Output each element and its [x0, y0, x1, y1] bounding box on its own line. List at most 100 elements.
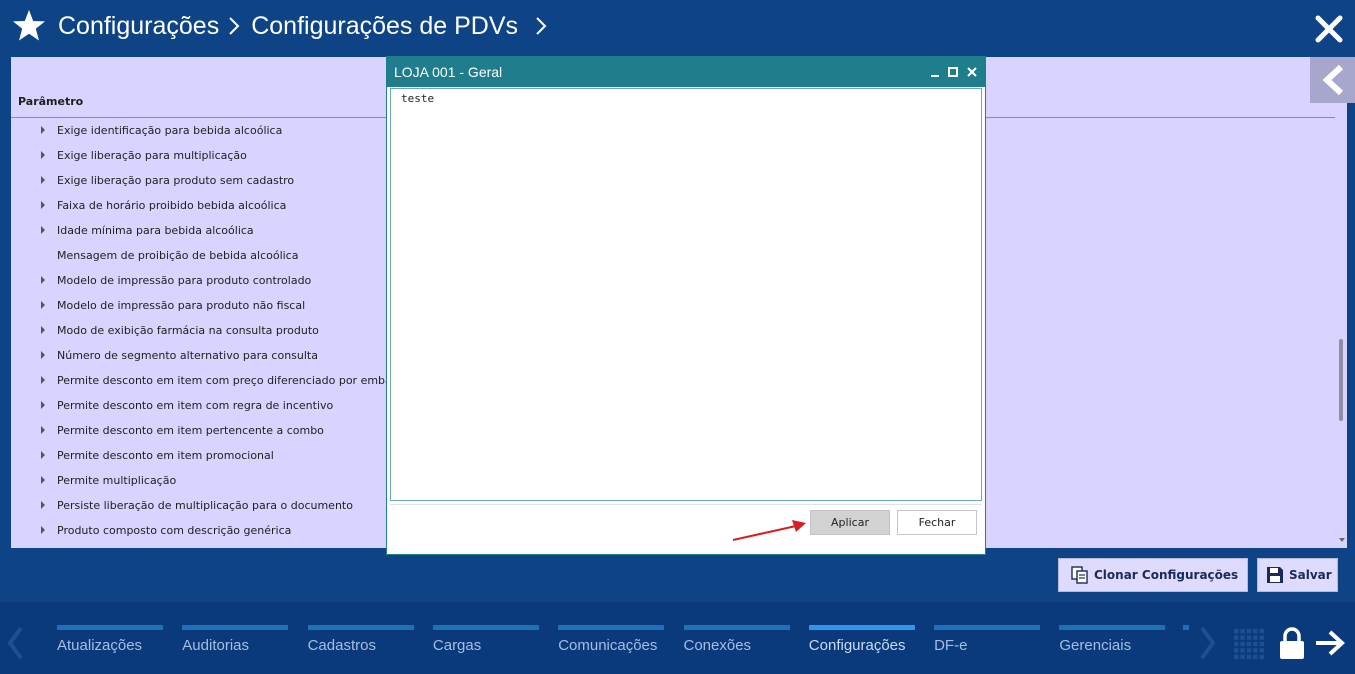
nav-item[interactable]: Auditorias [182, 625, 289, 665]
parameter-row[interactable]: Produto composto com descrição genérica [11, 518, 391, 543]
nav-item-indicator [1183, 625, 1189, 630]
parameter-row[interactable]: Exige liberação para multiplicação [11, 143, 391, 168]
nav-item-indicator [57, 625, 163, 630]
expand-arrow-icon[interactable] [41, 126, 45, 134]
parameter-label: Modelo de impressão para produto control… [57, 274, 312, 287]
expand-arrow-icon[interactable] [41, 526, 45, 534]
parameter-label: Persiste liberação de multiplicação para… [57, 499, 353, 512]
nav-item[interactable]: Gerenciais [1059, 625, 1166, 665]
scrollbar-thumb[interactable] [1339, 339, 1343, 421]
parameter-label: Permite desconto em item com regra de in… [57, 399, 334, 412]
save-button[interactable]: Salvar [1257, 558, 1338, 592]
nav-item-indicator [1059, 625, 1166, 630]
edit-parameter-dialog: LOJA 001 - Geral Aplicar Fechar [386, 56, 986, 555]
clone-icon [1071, 566, 1088, 584]
floppy-disk-icon [1267, 567, 1283, 583]
parameter-row[interactable]: Mensagem de proibição de bebida alcoólic… [11, 243, 391, 268]
scroll-down-icon[interactable] [1339, 538, 1345, 542]
chevron-left-icon [1322, 64, 1344, 96]
breadcrumb-item-configuracoes-pdvs[interactable]: Configurações de PDVs [251, 12, 518, 41]
chevron-left-icon[interactable] [6, 626, 24, 660]
parameter-label: Permite multiplicação [57, 474, 177, 487]
annotation-arrow-icon [732, 520, 806, 541]
close-dialog-icon[interactable] [965, 65, 979, 79]
nav-item-label: Comunicações [558, 637, 658, 654]
parameter-row[interactable]: Modo de exibição farmácia na consulta pr… [11, 318, 391, 343]
expand-arrow-icon[interactable] [41, 151, 45, 159]
expand-arrow-icon[interactable] [41, 176, 45, 184]
nav-item-label: Conexões [683, 637, 752, 654]
nav-item-indicator [432, 625, 539, 630]
expand-arrow-icon[interactable] [41, 501, 45, 509]
vertical-scrollbar[interactable] [1336, 117, 1347, 548]
nav-item-indicator [307, 625, 414, 630]
parameter-label: Número de segmento alternativo para cons… [57, 349, 318, 362]
parameter-row[interactable]: Permite desconto em item com preço difer… [11, 368, 391, 393]
parameter-row[interactable]: Modelo de impressão para produto control… [11, 268, 391, 293]
expand-arrow-icon[interactable] [41, 376, 45, 384]
parameter-label: Mensagem de proibição de bebida alcoólic… [57, 249, 299, 262]
parameter-row[interactable]: Permite desconto em item pertencente a c… [11, 418, 391, 443]
clone-configurations-label: Clonar Configurações [1094, 568, 1239, 582]
nav-item[interactable]: Atualizações [57, 625, 163, 665]
parameter-row[interactable]: Modelo de impressão para produto não fis… [11, 293, 391, 318]
nav-item[interactable]: Cadastros [307, 625, 414, 665]
nav-item[interactable]: Configurações [808, 625, 915, 665]
breadcrumb: Configurações Configurações de PDVs [58, 8, 558, 44]
close-button[interactable]: Fechar [897, 510, 977, 535]
parameter-label: Modo de exibição farmácia na consulta pr… [57, 324, 319, 337]
parameter-row[interactable]: Exige liberação para produto sem cadastr… [11, 168, 391, 193]
expand-arrow-icon[interactable] [41, 476, 45, 484]
grid-icon[interactable] [1233, 628, 1265, 660]
expand-arrow-icon[interactable] [41, 351, 45, 359]
parameter-row[interactable]: Persiste liberação de multiplicação para… [11, 493, 391, 518]
parameter-value-textarea[interactable] [390, 88, 982, 501]
parameter-label: Permite desconto em item promocional [57, 449, 274, 462]
parameter-row[interactable]: Faixa de horário proibido bebida alcoóli… [11, 193, 391, 218]
parameter-row[interactable]: Idade mínima para bebida alcoólica [11, 218, 391, 243]
exit-arrow-icon[interactable] [1314, 629, 1346, 657]
expand-arrow-icon[interactable] [41, 226, 45, 234]
parameter-list: Exige identificação para bebida alcoólic… [11, 118, 391, 548]
parameter-row[interactable]: Número de segmento alternativo para cons… [11, 343, 391, 368]
parameter-row[interactable]: Exige identificação para bebida alcoólic… [11, 118, 391, 143]
chevron-right-icon [229, 17, 240, 35]
parameter-label: Permite desconto em item com preço difer… [57, 374, 391, 387]
nav-item-label: DF-e [934, 637, 968, 654]
nav-item[interactable]: Comunicações [558, 625, 665, 665]
star-icon[interactable] [12, 9, 46, 43]
apply-button[interactable]: Aplicar [810, 510, 890, 535]
expand-arrow-icon[interactable] [41, 401, 45, 409]
nav-item[interactable]: DF-e [934, 625, 1041, 665]
collapse-panel-button[interactable] [1310, 57, 1355, 103]
nav-item-indicator [808, 625, 915, 630]
expand-arrow-icon[interactable] [41, 451, 45, 459]
column-header-parametro: Parâmetro [18, 95, 84, 108]
dialog-footer-divider [390, 504, 982, 505]
expand-arrow-icon[interactable] [41, 276, 45, 284]
parameter-row[interactable]: Permite desconto em item promocional [11, 443, 391, 468]
expand-arrow-icon[interactable] [41, 201, 45, 209]
expand-arrow-icon[interactable] [41, 326, 45, 334]
parameter-row[interactable]: Permite desconto em item com regra de in… [11, 393, 391, 418]
nav-item-partial[interactable] [1183, 625, 1189, 665]
expand-arrow-icon[interactable] [41, 426, 45, 434]
chevron-right-icon[interactable] [1199, 626, 1217, 660]
minimize-icon[interactable] [928, 65, 942, 79]
parameter-label: Produto composto com descrição genérica [57, 524, 292, 537]
expand-arrow-icon[interactable] [41, 301, 45, 309]
lock-icon[interactable] [1279, 627, 1305, 660]
maximize-icon[interactable] [946, 65, 960, 79]
parameter-label: Idade mínima para bebida alcoólica [57, 224, 254, 237]
nav-item-label: Atualizações [57, 637, 143, 654]
parameter-row[interactable]: Permite multiplicação [11, 468, 391, 493]
nav-item[interactable]: Conexões [683, 625, 790, 665]
nav-item[interactable]: Cargas [432, 625, 539, 665]
nav-item-label: Cadastros [307, 637, 376, 654]
save-label: Salvar [1289, 568, 1332, 582]
bottom-navigation: Atualizações Auditorias Cadastros Cargas Com… [0, 602, 1355, 674]
clone-configurations-button[interactable]: Clonar Configurações [1058, 558, 1248, 592]
dialog-title-bar[interactable]: LOJA 001 - Geral [387, 57, 985, 87]
close-icon[interactable] [1315, 15, 1343, 43]
breadcrumb-item-configuracoes[interactable]: Configurações [58, 12, 219, 41]
